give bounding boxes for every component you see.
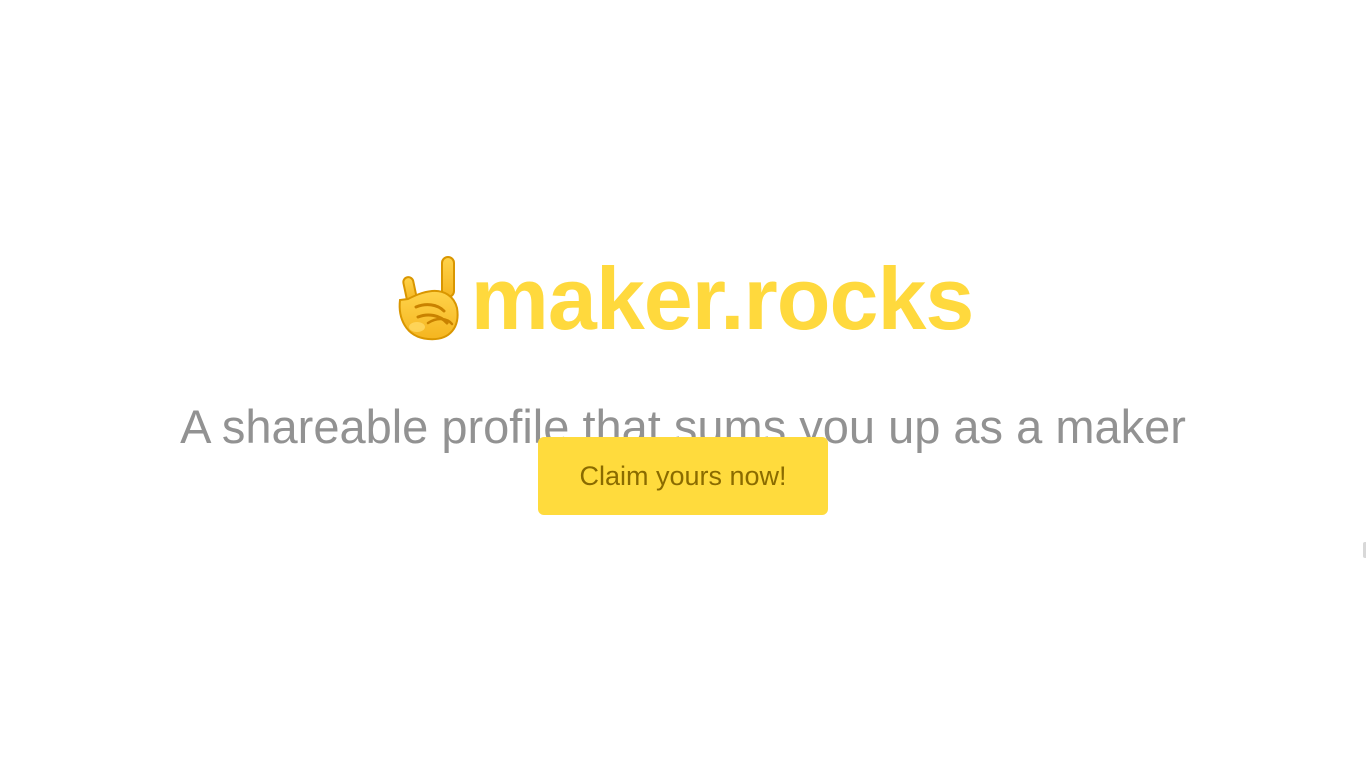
claim-profile-button[interactable]: Claim yours now! (538, 437, 828, 515)
hero-section: maker.rocks A shareable profile that sum… (0, 0, 1366, 768)
brand-header: maker.rocks (0, 249, 1366, 349)
brand-name: maker.rocks (470, 249, 975, 349)
sign-of-the-horns-icon (398, 256, 459, 341)
